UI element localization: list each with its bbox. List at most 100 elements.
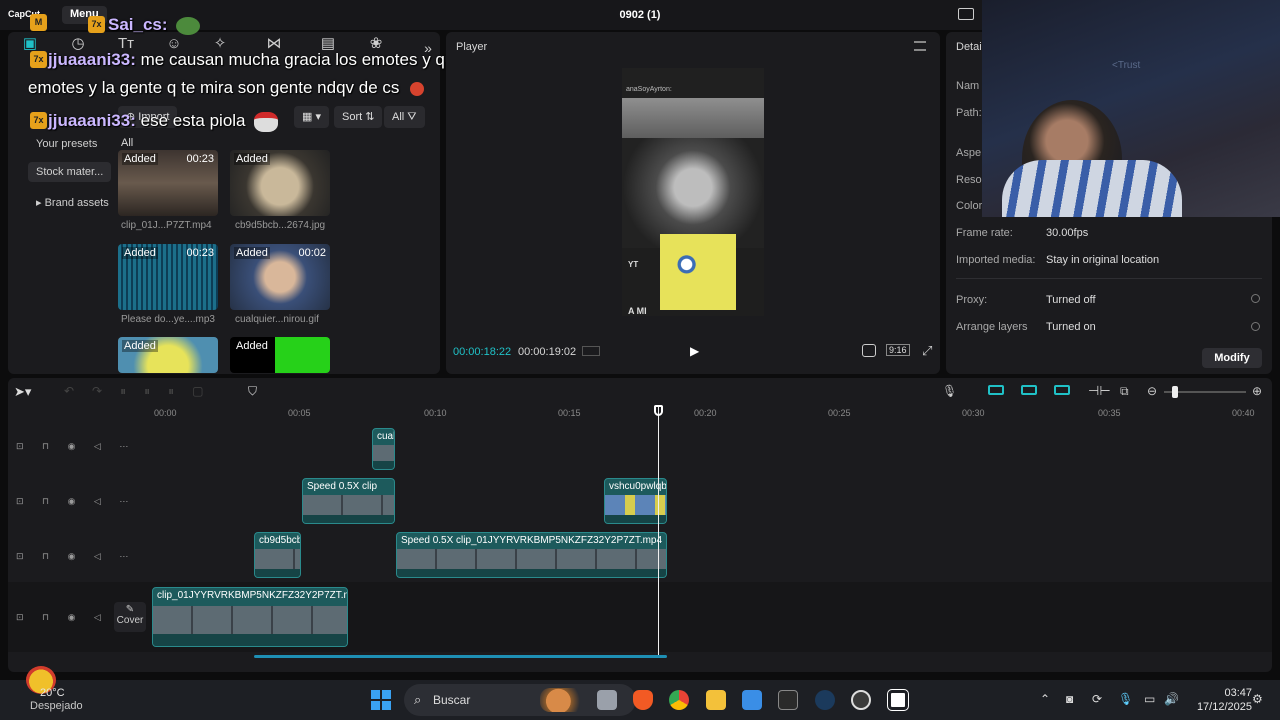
ruler-label: 00:10 [424, 408, 447, 418]
chat-message: jjuaaani33: ese esta piola [48, 111, 279, 132]
ruler-label: 00:15 [558, 408, 581, 418]
timeline-clip[interactable]: clip_01JYYRVRKBMP5NKZFZ32Y2P7ZT.mp4 [152, 587, 348, 647]
media-item-name: cualquier...nirou.gif [235, 314, 319, 325]
playhead-handle[interactable] [654, 405, 663, 416]
epic-games-icon[interactable] [778, 690, 798, 710]
timeline-clip[interactable]: cual [372, 428, 395, 470]
clip-title: Speed 0.5X clip_01JYYRVRKBMP5NKZFZ32Y2P7… [401, 535, 663, 546]
fullscreen-icon[interactable]: ⤢ [922, 343, 932, 359]
cover-label: Cover [116, 615, 144, 626]
total-time: 00:00:19:02 [518, 346, 577, 358]
preview-overlay-text: A MI [628, 306, 647, 316]
file-explorer-icon[interactable] [706, 690, 726, 710]
shield-icon[interactable]: ⛉ [248, 384, 257, 399]
media-item[interactable]: Added 00:23 [118, 150, 218, 216]
chat-message: Sai_cs: [108, 15, 201, 35]
media-item-name: clip_01J...P7ZT.mp4 [121, 220, 212, 231]
timeline-scrollbar[interactable] [254, 655, 667, 658]
preview-chat-area [622, 68, 764, 98]
sync-tray-icon[interactable]: ⟳ [1092, 692, 1102, 706]
select-tool-icon[interactable]: ➤▾ [14, 384, 31, 400]
chat-message: jjuaaani33: me causan mucha gracia los e… [48, 50, 504, 70]
media-item[interactable]: Added 00:02 [230, 244, 330, 310]
chat-username: jjuaaani33: [48, 50, 136, 69]
timecode-format-icon[interactable] [582, 346, 600, 356]
split-icon[interactable]: ⊣⊢ [1088, 383, 1111, 399]
obs-icon[interactable] [851, 690, 871, 710]
microphone-tray-icon[interactable]: 🎙 [1118, 692, 1133, 706]
settings-tray-icon[interactable]: ⚙ [1252, 692, 1263, 706]
zoom-in-icon[interactable]: ⊕ [1252, 384, 1262, 398]
clip-title: clip_01JYYRVRKBMP5NKZFZ32Y2P7ZT.mp4 [157, 590, 348, 601]
media-item[interactable]: Added 00:23 [118, 244, 218, 310]
volume-tray-icon[interactable]: 🔊 [1164, 692, 1179, 706]
modify-button[interactable]: Modify [1202, 348, 1262, 368]
weather-description[interactable]: Despejado [30, 700, 83, 712]
media-item[interactable]: Added [230, 337, 330, 373]
weather-temperature[interactable]: 20°C [40, 687, 65, 699]
info-icon[interactable] [1251, 294, 1260, 303]
all-heading: All [121, 137, 134, 149]
filter-all-button[interactable]: All ⛛ [384, 106, 425, 128]
capcut-taskbar-icon[interactable] [887, 689, 909, 711]
windows-start-icon[interactable] [371, 690, 391, 710]
webcam-jersey [1002, 160, 1182, 217]
zoom-out-icon[interactable]: ⊖ [1147, 384, 1157, 398]
playhead[interactable] [658, 406, 659, 658]
info-icon[interactable] [1251, 322, 1260, 331]
media-item[interactable]: Added [230, 150, 330, 216]
cover-button[interactable]: ✎ Cover [114, 602, 146, 632]
emote-icon [176, 16, 201, 35]
fit-screen-icon[interactable] [862, 344, 876, 357]
preview-upper-frame [622, 98, 764, 138]
import-media-icon[interactable]: ▣ [20, 36, 40, 52]
clip-frames [397, 549, 666, 569]
video-preview[interactable]: anaSoyAyrton: YT A MI [622, 68, 764, 316]
main-track-magnet-icon[interactable] [988, 385, 1004, 395]
layout-icon[interactable] [958, 8, 974, 20]
chat-badge-icon: 7x [88, 16, 105, 33]
detail-label-resolution: Resol [956, 174, 985, 186]
microphone-icon[interactable]: 🎙 [942, 384, 957, 398]
track-controls[interactable]: ⊡ ⊓ ◉ ◁ ⋯ [16, 496, 136, 507]
ruler-label: 00:20 [694, 408, 717, 418]
auto-snapping-icon[interactable] [1021, 385, 1037, 395]
track-controls[interactable]: ⊡ ⊓ ◉ ◁ ⋯ [16, 441, 136, 452]
track-controls[interactable]: ⊡ ⊓ ◉ ◁ ⋯ [16, 551, 136, 562]
duration-label: 00:02 [298, 247, 326, 259]
preview-axis-icon[interactable]: ⧉ [1120, 384, 1129, 399]
sidebar-item-brand-assets[interactable]: ▸ Brand assets [28, 192, 117, 213]
microsoft-store-icon[interactable] [742, 690, 762, 710]
sidebar-item-presets[interactable]: Your presets [28, 134, 105, 154]
sort-button[interactable]: Sort ⇅ [334, 106, 383, 128]
steam-icon[interactable] [815, 690, 835, 710]
network-tray-icon[interactable]: ▭ [1144, 692, 1155, 706]
detail-label-name: Nam [956, 80, 980, 92]
zoom-slider[interactable] [1164, 386, 1246, 398]
brave-browser-icon[interactable] [633, 690, 653, 710]
view-toggle-button[interactable]: ▦ ▾ [294, 106, 329, 128]
play-icon[interactable]: ▶ [690, 344, 699, 358]
timeline-clip[interactable]: cb9d5bcb [254, 532, 301, 578]
tray-chevron-icon[interactable]: ⌃ [1040, 692, 1050, 706]
chat-badge-icon: M [30, 14, 47, 31]
added-badge: Added [234, 153, 270, 165]
ratio-button[interactable]: 9:16 [886, 344, 910, 356]
clip-frames [255, 549, 300, 569]
timeline-clip[interactable]: Speed 0.5X clip_01JYYRVRKBMP5NKZFZ32Y2P7… [396, 532, 667, 578]
clock-date[interactable]: 17/12/2025 [1190, 701, 1252, 713]
discord-tray-icon[interactable]: ◙ [1066, 692, 1073, 706]
webcam-overlay: <Trust [982, 0, 1280, 217]
task-view-icon[interactable] [597, 690, 617, 710]
chrome-icon[interactable] [669, 690, 689, 710]
clock-time[interactable]: 03:47 [1212, 687, 1252, 699]
timeline-clip[interactable]: Speed 0.5X clip [302, 478, 395, 524]
detail-value-proxy[interactable]: Turned off [1046, 294, 1096, 306]
media-item[interactable]: Added [118, 337, 218, 373]
detail-value-arrange-layers[interactable]: Turned on [1046, 321, 1096, 333]
timeline-panel: ➤▾ ↶↷⏸⏸⏸▢ ⛉ 🎙 ⊣⊢ ⧉ ⊖ ⊕ 00:00 00:05 00:10… [8, 378, 1272, 672]
zoom-slider-handle[interactable] [1172, 386, 1178, 398]
player-menu-icon[interactable] [914, 41, 926, 51]
sidebar-item-stock[interactable]: Stock mater... [28, 162, 112, 182]
linkage-icon[interactable] [1054, 385, 1070, 395]
